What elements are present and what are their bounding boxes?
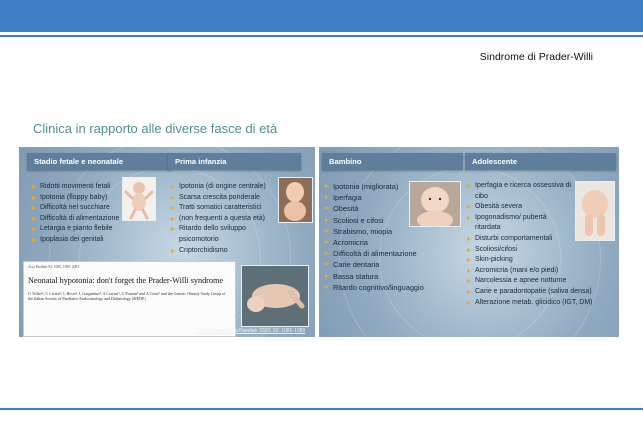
article-authors: G Trifirò¹, C Livieri², L Bosio³, L Garg… <box>28 291 226 302</box>
list-item: (non frequenti a questa età) <box>171 214 279 225</box>
list-item: Ritardo cognitivo/linguaggio <box>325 282 437 293</box>
list-item: Ritardo dello sviluppo psicomotorio <box>171 224 279 245</box>
list-item: Narcolessia e apnee notturne <box>467 276 607 287</box>
list-item: Criptorchidismo <box>171 246 279 257</box>
heading-fetal-neonatal: Stadio fetale e neonatale <box>27 153 171 170</box>
list-item: Difficoltà di alimentazione <box>32 214 127 225</box>
list-item: Skin-picking <box>467 255 607 266</box>
citation-link[interactable]: Trifirò G, et al. Acta Paediatr 2003; 92… <box>195 328 305 334</box>
heading-child: Bambino <box>322 153 463 170</box>
article-meta: Acta Paediatr 92: 1085–1089. 2003 <box>28 265 80 269</box>
list-item: Tratti somatici caratteristici <box>171 203 279 214</box>
panel-early-stages: Stadio fetale e neonatale Prima infanzia… <box>19 147 315 337</box>
list-item: Carie dentaria <box>325 259 437 270</box>
list-item: Ipogonadismo/ pubertà ritardata <box>467 213 571 234</box>
article-title: Neonatal hypotonia: don't forget the Pra… <box>28 276 224 285</box>
photo-infant <box>278 177 313 223</box>
heading-adolescent: Adolescente <box>465 153 616 170</box>
list-item: Scoliosi/cifosi <box>467 245 607 256</box>
bottom-divider <box>0 408 643 410</box>
heading-early-infancy: Prima infanzia <box>168 153 301 170</box>
document-title: Sindrome di Prader-Willi <box>479 51 593 63</box>
list-item: Ipotonia (floppy baby) <box>32 193 127 204</box>
top-divider <box>0 35 643 37</box>
list-item: Bassa statura <box>325 271 437 282</box>
list-fetal-neonatal: Ridotti movimenti fetali Ipotonia (flopp… <box>32 182 127 246</box>
list-item: Difficoltà di alimentazione <box>325 248 437 259</box>
photo-child <box>409 181 461 227</box>
list-item: Carie e paradontopatie (saliva densa) <box>467 287 607 298</box>
panel-later-stages: Bambino Adolescente Ipotonia (migliorata… <box>319 147 619 337</box>
list-early-infancy: Ipotonia (di origine centrale) Scarsa cr… <box>171 182 279 256</box>
list-item: Ipotonia (di origine centrale) <box>171 182 279 193</box>
list-item: Ipoplasia dei genitali <box>32 235 127 246</box>
article-excerpt: Acta Paediatr 92: 1085–1089. 2003 Neonat… <box>23 261 236 337</box>
list-item: Acromicria (mani e/o piedi) <box>467 266 607 277</box>
photo-adolescent <box>575 181 615 241</box>
list-item: Iperfagia e ricerca ossessiva di cibo <box>467 181 575 202</box>
slide-heading: Clinica in rapporto alle diverse fasce d… <box>33 121 278 136</box>
list-item: Scarsa crescita ponderale <box>171 193 279 204</box>
top-banner <box>0 0 643 32</box>
list-item: Alterazione metab. glicidico (IGT, DM) <box>467 298 607 309</box>
list-item: Difficoltà nel succhiare <box>32 203 127 214</box>
list-item: Letargia e pianto flebile <box>32 224 127 235</box>
photo-newborn <box>122 177 156 221</box>
list-item: Strabismo, miopia <box>325 226 437 237</box>
list-item: Acromicria <box>325 237 437 248</box>
list-item: Ridotti movimenti fetali <box>32 182 127 193</box>
photo-hypotonic-infant <box>241 265 309 327</box>
